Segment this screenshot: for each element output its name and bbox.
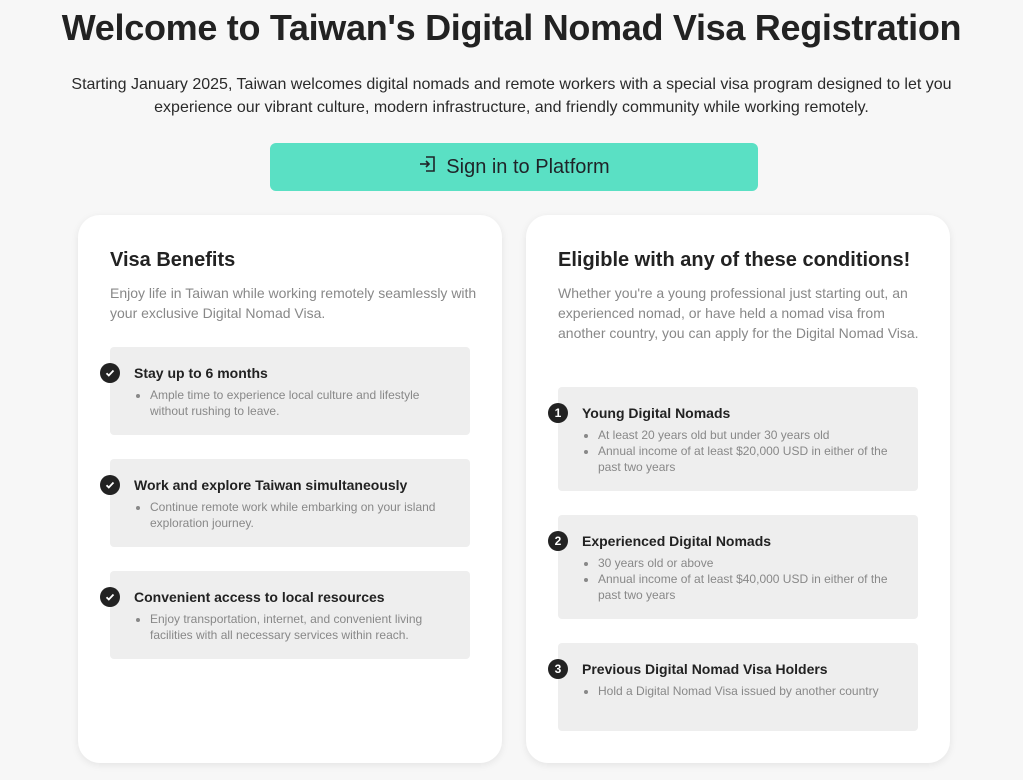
eligibility-bullets: 30 years old or above Annual income of a…	[598, 555, 903, 603]
bullet: Enjoy transportation, internet, and conv…	[150, 611, 455, 643]
benefit-bullets: Ample time to experience local culture a…	[150, 387, 455, 419]
benefit-bullets: Enjoy transportation, internet, and conv…	[150, 611, 455, 643]
number-badge: 1	[548, 403, 568, 423]
eligibility-item: 2 Experienced Digital Nomads 30 years ol…	[548, 515, 918, 619]
sign-in-button[interactable]: Sign in to Platform	[270, 143, 758, 191]
eligibility-card: Eligible with any of these conditions! W…	[526, 215, 950, 763]
sign-in-icon	[418, 154, 438, 180]
check-icon	[100, 587, 120, 607]
eligibility-item-title: Experienced Digital Nomads	[582, 533, 772, 549]
eligibility-item-title: Young Digital Nomads	[582, 405, 731, 421]
bullet: At least 20 years old but under 30 years…	[598, 427, 903, 443]
number-badge: 3	[548, 659, 568, 679]
eligibility-description: Whether you're a young professional just…	[558, 285, 919, 341]
benefit-bullets: Continue remote work while embarking on …	[150, 499, 455, 531]
number-badge: 2	[548, 531, 568, 551]
eligibility-bullets: At least 20 years old but under 30 years…	[598, 427, 903, 475]
benefit-title: Stay up to 6 months	[134, 365, 268, 381]
benefits-description: Enjoy life in Taiwan while working remot…	[110, 285, 477, 321]
eligibility-item: 1 Young Digital Nomads At least 20 years…	[548, 387, 918, 491]
bullet: Annual income of at least $40,000 USD in…	[598, 571, 903, 603]
intro-text: Starting January 2025, Taiwan welcomes d…	[71, 76, 952, 116]
benefits-title: Visa Benefits	[110, 249, 236, 271]
check-icon	[100, 363, 120, 383]
benefit-title: Work and explore Taiwan simultaneously	[134, 477, 408, 493]
bullet: Hold a Digital Nomad Visa issued by anot…	[598, 683, 903, 699]
visa-benefits-card: Visa Benefits Enjoy life in Taiwan while…	[78, 215, 502, 763]
check-icon	[100, 475, 120, 495]
bullet: 30 years old or above	[598, 555, 903, 571]
page-title: Welcome to Taiwan's Digital Nomad Visa R…	[61, 7, 962, 48]
eligibility-title: Eligible with any of these conditions!	[558, 249, 911, 271]
eligibility-bullets: Hold a Digital Nomad Visa issued by anot…	[598, 683, 903, 699]
benefit-item: Stay up to 6 months Ample time to experi…	[100, 347, 470, 435]
sign-in-label: Sign in to Platform	[446, 155, 610, 178]
benefit-title: Convenient access to local resources	[134, 589, 385, 605]
eligibility-item: 3 Previous Digital Nomad Visa Holders Ho…	[548, 643, 918, 731]
benefit-item: Work and explore Taiwan simultaneously C…	[100, 459, 470, 547]
benefit-item: Convenient access to local resources Enj…	[100, 571, 470, 659]
bullet: Annual income of at least $20,000 USD in…	[598, 443, 903, 475]
eligibility-item-title: Previous Digital Nomad Visa Holders	[582, 661, 828, 677]
bullet: Ample time to experience local culture a…	[150, 387, 455, 419]
bullet: Continue remote work while embarking on …	[150, 499, 455, 531]
